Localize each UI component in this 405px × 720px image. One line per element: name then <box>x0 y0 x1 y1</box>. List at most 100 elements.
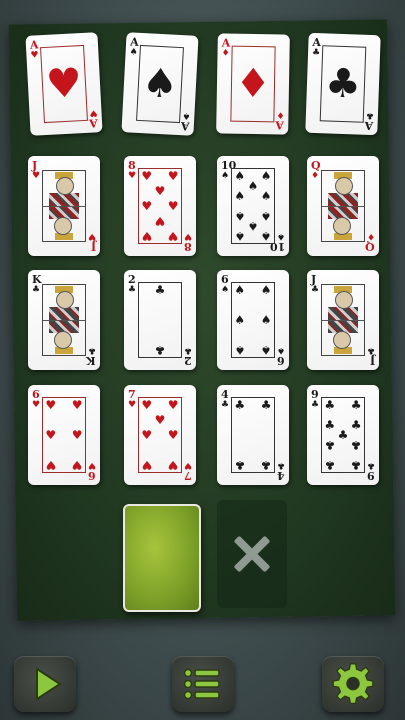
playing-card[interactable]: 2 ♣ 2 ♣ ♣ ♣ <box>124 270 196 370</box>
card-rank: A <box>221 36 231 50</box>
card-suit-icon: ♠ <box>260 282 272 297</box>
card-suit-icon: ♣ <box>324 418 336 433</box>
card-suit-icon: ♦ <box>311 171 320 181</box>
card-suit-icon: ♠ <box>234 208 246 223</box>
card-rank: A <box>89 116 99 130</box>
card-suit-icon: ♠ <box>129 47 138 58</box>
card-suit-icon: ♥ <box>167 397 179 412</box>
card-rank: J <box>32 159 38 172</box>
playing-card[interactable]: A ♦ A ♦ ♦ <box>216 33 290 135</box>
card-suit-icon: ♣ <box>366 345 375 355</box>
card-rank: A <box>312 35 322 50</box>
card-rank: 8 <box>184 240 192 253</box>
card-suit-icon: ♥ <box>167 229 179 244</box>
playing-card[interactable]: 6 ♥ 6 ♥ ♥ ♥ ♥ ♥ ♥ ♥ <box>28 385 100 485</box>
card-suit-icon: ♥ <box>87 460 96 470</box>
card-suit-icon: ♠ <box>221 285 230 295</box>
card-suit-icon: ♣ <box>324 397 336 412</box>
play-icon <box>36 667 62 701</box>
card-suit-icon: ♥ <box>128 400 137 410</box>
card-suit-icon: ♥ <box>141 168 153 183</box>
card-rank: 4 <box>277 469 285 482</box>
court-figure <box>42 170 86 242</box>
card-suit-icon: ♣ <box>276 460 285 470</box>
playing-card[interactable]: A ♣ A ♣ ♣ <box>305 32 381 136</box>
playing-card[interactable]: J ♥ J ♥ <box>28 156 100 256</box>
card-rank: A <box>364 118 374 133</box>
card-rank: J <box>311 273 317 286</box>
card-suit-icon: ♥ <box>154 214 166 229</box>
card-rank: Q <box>365 240 375 253</box>
card-suit-icon: ♠ <box>247 179 259 194</box>
card-suit-icon: ♦ <box>366 231 375 241</box>
settings-button[interactable] <box>322 656 384 712</box>
card-suit-icon: ♣ <box>260 397 272 412</box>
playing-card[interactable]: 6 ♠ 6 ♠ ♠ ♠ ♠ ♠ ♠ ♠ <box>217 270 289 370</box>
card-rank: A <box>29 38 39 52</box>
menu-button[interactable] <box>172 656 234 712</box>
card-suit-icon: ♥ <box>71 397 83 412</box>
playing-card[interactable]: J ♣ J ♣ <box>307 270 379 370</box>
card-suit-icon: ♠ <box>234 229 246 244</box>
card-suit-icon: ♥ <box>154 183 166 198</box>
playing-card[interactable]: 8 ♥ 8 ♥ ♥ ♥ ♥ ♥ ♥ ♥ ♥ ♥ <box>124 156 196 256</box>
menu-icon <box>183 668 220 700</box>
playing-card[interactable]: Q ♦ Q ♦ <box>307 156 379 256</box>
discard-slot[interactable] <box>217 500 287 608</box>
close-icon <box>232 534 272 574</box>
card-rank: 6 <box>277 354 285 367</box>
card-suit-icon: ♣ <box>350 397 362 412</box>
play-button[interactable] <box>14 656 76 712</box>
playing-card[interactable]: 4 ♣ 4 ♣ ♣ ♣ ♣ ♣ <box>217 385 289 485</box>
card-rank: 2 <box>128 273 136 286</box>
card-suit-icon: ♠ <box>276 345 285 355</box>
card-suit-icon: ♥ <box>45 458 57 473</box>
card-suit-icon: ♥ <box>30 50 39 61</box>
card-suit-icon: ♥ <box>167 168 179 183</box>
card-suit-icon: ♣ <box>350 418 362 433</box>
playing-card[interactable]: K ♣ K ♣ <box>28 270 100 370</box>
court-figure <box>321 284 365 356</box>
card-suit-icon: ♣ <box>324 60 362 108</box>
playing-card[interactable]: A ♠ A ♠ ♠ <box>121 32 199 136</box>
card-suit-icon: ♣ <box>366 460 375 470</box>
card-suit-icon: ♦ <box>221 48 230 59</box>
card-suit-icon: ♦ <box>234 60 272 108</box>
playing-card[interactable]: 7 ♥ 7 ♥ ♥ ♥ ♥ ♥ ♥ ♥ ♥ <box>124 385 196 485</box>
card-suit-icon: ♠ <box>247 218 259 233</box>
card-suit-icon: ♣ <box>234 397 246 412</box>
card-suit-icon: ♣ <box>337 428 349 442</box>
card-suit-icon: ♠ <box>234 313 246 327</box>
stock-pile[interactable] <box>123 504 201 612</box>
card-suit-icon: ♠ <box>260 343 272 358</box>
card-suit-icon: ♥ <box>71 428 83 442</box>
card-suit-icon: ♣ <box>311 47 321 59</box>
card-suit-icon: ♥ <box>183 231 192 241</box>
card-suit-icon: ♥ <box>44 60 84 108</box>
gear-icon <box>332 663 374 705</box>
card-suit-icon: ♠ <box>234 343 246 358</box>
card-suit-icon: ♥ <box>141 428 153 442</box>
card-suit-icon: ♣ <box>32 285 41 295</box>
card-suit-icon: ♥ <box>141 397 153 412</box>
playing-card[interactable]: A ♥ A ♥ ♥ <box>25 32 103 136</box>
card-suit-icon: ♥ <box>32 400 41 410</box>
card-suit-icon: ♣ <box>324 437 336 452</box>
card-rank: J <box>369 354 375 367</box>
card-suit-icon: ♣ <box>365 109 375 121</box>
card-rank: 7 <box>184 469 192 482</box>
court-figure <box>321 170 365 242</box>
court-figure <box>42 284 86 356</box>
card-suit-icon: ♣ <box>128 285 137 295</box>
card-rank: 6 <box>221 273 229 286</box>
card-suit-icon: ♠ <box>276 231 285 241</box>
playing-card[interactable]: 10 ♠ 10 ♠ ♠ ♠ ♠ ♠ ♠ ♠ ♠ ♠ ♠ ♠ <box>217 156 289 256</box>
playing-card[interactable]: 9 ♣ 9 ♣ ♣ ♣ ♣ ♣ ♣ ♣ ♣ ♣ ♣ <box>307 385 379 485</box>
card-suit-icon: ♠ <box>260 313 272 327</box>
card-rank: A <box>180 119 191 133</box>
card-suit-icon: ♣ <box>311 400 320 410</box>
card-suit-icon: ♥ <box>141 229 153 244</box>
card-rank: Q <box>311 159 321 172</box>
card-suit-icon: ♥ <box>89 107 98 118</box>
card-suit-icon: ♠ <box>234 282 246 297</box>
